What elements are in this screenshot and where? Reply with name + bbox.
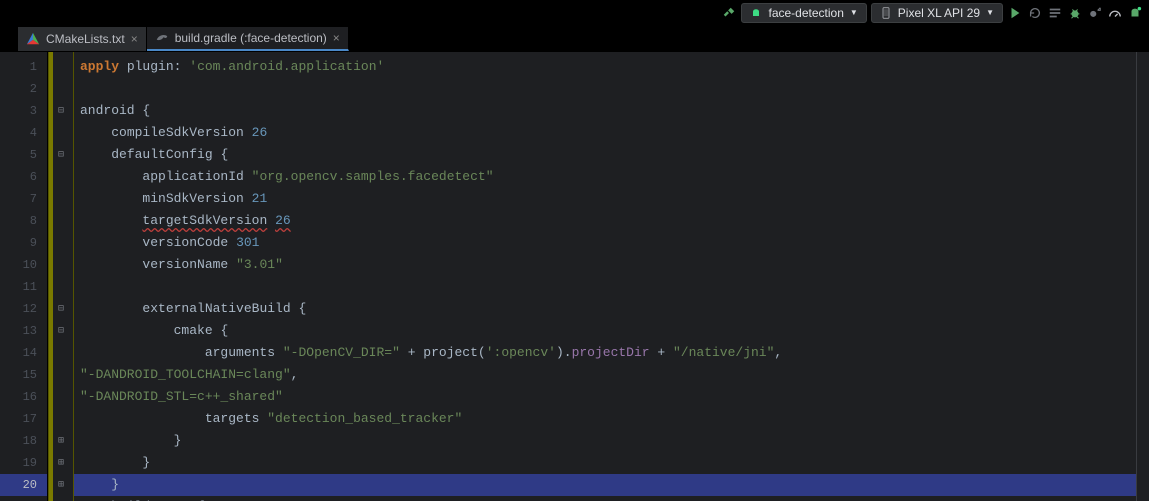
chevron-down-icon: ▼	[850, 8, 858, 17]
device-dropdown[interactable]: Pixel XL API 29 ▼	[871, 3, 1003, 23]
android-icon	[750, 7, 762, 19]
warning-targetsdk[interactable]: targetSdkVersion	[142, 213, 267, 228]
tab-label: build.gradle (:face-detection)	[175, 31, 327, 45]
fold-end-icon[interactable]: ⊞	[49, 474, 73, 496]
line-number-gutter[interactable]: 1 2 3 4 5 6 7 8 9 10 11 12 13 14 15 16 1…	[0, 52, 48, 501]
fold-toggle-icon[interactable]: ⊟	[49, 100, 73, 122]
attach-debugger-icon[interactable]	[1087, 5, 1103, 21]
active-line[interactable]: }	[74, 474, 1136, 496]
editor-area: 1 2 3 4 5 6 7 8 9 10 11 12 13 14 15 16 1…	[0, 52, 1149, 501]
close-icon[interactable]: ×	[333, 31, 340, 45]
fold-toggle-icon[interactable]: ⊟	[49, 144, 73, 166]
tab-build-gradle[interactable]: build.gradle (:face-detection) ×	[147, 27, 349, 51]
phone-icon	[880, 7, 892, 19]
editor-tabs: CMakeLists.txt × build.gradle (:face-det…	[0, 26, 1149, 52]
fold-gutter[interactable]: ⊟ ⊟ ⊟ ⊟ ⊞ ⊞ ⊞	[48, 52, 74, 501]
main-toolbar: face-detection ▼ Pixel XL API 29 ▼	[0, 0, 1149, 26]
error-stripe[interactable]	[1137, 52, 1149, 501]
gradle-icon	[155, 31, 169, 45]
chevron-down-icon: ▼	[986, 8, 994, 17]
fold-end-icon[interactable]: ⊞	[49, 430, 73, 452]
apply-code-changes-icon[interactable]	[1047, 5, 1063, 21]
debug-icon[interactable]	[1067, 5, 1083, 21]
fold-end-icon[interactable]: ⊞	[49, 452, 73, 474]
close-icon[interactable]: ×	[131, 32, 138, 46]
device-label: Pixel XL API 29	[898, 6, 980, 20]
tab-cmakelists[interactable]: CMakeLists.txt ×	[18, 27, 147, 51]
tab-label: CMakeLists.txt	[46, 32, 125, 46]
avd-manager-icon[interactable]	[1127, 5, 1143, 21]
code-editor[interactable]: apply plugin: 'com.android.application' …	[74, 52, 1137, 501]
build-icon[interactable]	[721, 5, 737, 21]
run-icon[interactable]	[1007, 5, 1023, 21]
run-configuration-dropdown[interactable]: face-detection ▼	[741, 3, 866, 23]
fold-toggle-icon[interactable]: ⊟	[49, 298, 73, 320]
apply-changes-icon[interactable]	[1027, 5, 1043, 21]
profiler-icon[interactable]	[1107, 5, 1123, 21]
run-config-label: face-detection	[768, 6, 843, 20]
cmake-icon	[26, 32, 40, 46]
fold-toggle-icon[interactable]: ⊟	[49, 320, 73, 342]
